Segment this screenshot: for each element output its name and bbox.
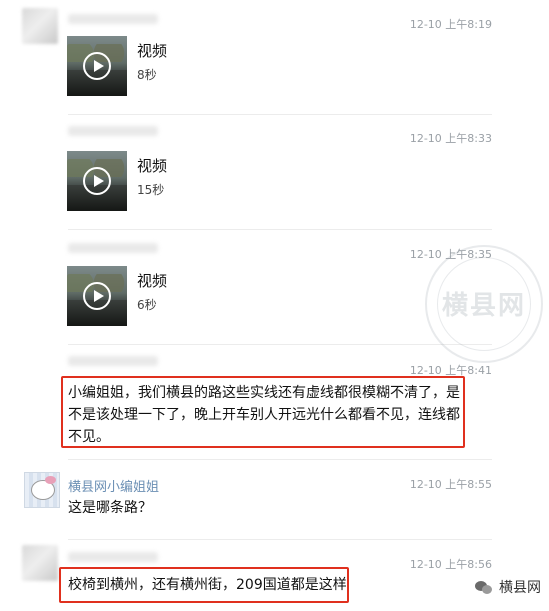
- play-icon[interactable]: [83, 167, 111, 195]
- play-icon[interactable]: [83, 52, 111, 80]
- divider: [68, 344, 492, 345]
- timestamp: 12-10 上午8:55: [409, 478, 492, 491]
- message-text: 校椅到横州，还有横州街，209国道都是这样: [68, 577, 347, 593]
- timestamp: 12-10 上午8:19: [409, 18, 492, 31]
- brand-label: 横县网: [499, 580, 541, 596]
- play-icon[interactable]: [83, 282, 111, 310]
- brand-tag: 横县网: [475, 577, 541, 597]
- video-title: 视频: [137, 157, 168, 175]
- message-line: 不见。: [68, 429, 110, 445]
- video-title: 视频: [137, 42, 168, 60]
- video-thumbnail[interactable]: [67, 151, 127, 211]
- sender-name-redacted: [68, 243, 158, 253]
- message-line: 小编姐姐，我们横县的路这些实线还有虚线都很模糊不清了，是: [68, 385, 460, 401]
- video-duration: 6秒: [137, 298, 157, 312]
- sender-name[interactable]: 横县网小编姐姐: [68, 476, 159, 495]
- divider: [68, 229, 492, 230]
- avatar[interactable]: [22, 8, 58, 44]
- message-line: 不是该处理一下了，晚上开车别人开远光什么都看不见，连线都: [68, 407, 460, 423]
- divider: [68, 539, 492, 540]
- timestamp: 12-10 上午8:33: [409, 132, 492, 145]
- video-duration: 15秒: [137, 183, 165, 197]
- sender-name-redacted: [68, 552, 158, 562]
- video-thumbnail[interactable]: [67, 36, 127, 96]
- divider: [68, 114, 492, 115]
- video-duration: 8秒: [137, 68, 157, 82]
- message-text: 这是哪条路？: [68, 500, 152, 516]
- timestamp: 12-10 上午8:56: [409, 558, 492, 571]
- bow-icon: [45, 476, 56, 484]
- sender-name-redacted: [68, 14, 158, 24]
- watermark-text: 横县网: [441, 291, 526, 321]
- watermark-stamp: 横县网: [425, 245, 543, 363]
- video-title: 视频: [137, 272, 168, 290]
- sender-name-redacted: [68, 126, 158, 136]
- sender-name-redacted: [68, 356, 158, 366]
- video-thumbnail[interactable]: [67, 266, 127, 326]
- chat-bubble-icon: [475, 579, 493, 595]
- divider: [68, 459, 492, 460]
- editor-avatar[interactable]: [24, 472, 60, 508]
- avatar[interactable]: [22, 545, 58, 581]
